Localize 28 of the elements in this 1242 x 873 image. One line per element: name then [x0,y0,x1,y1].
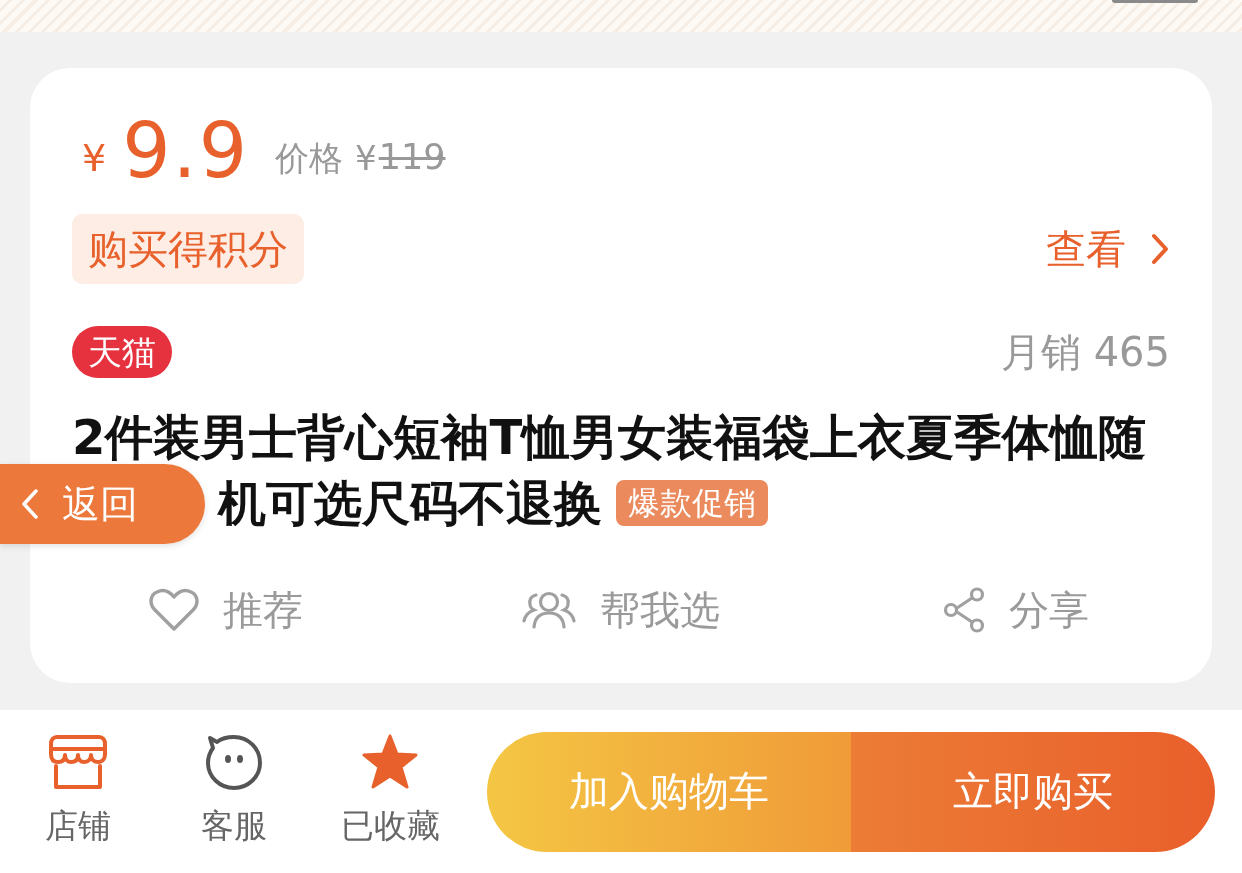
action-button[interactable]: 推荐 [28,582,424,638]
share-icon [943,587,986,633]
original-price-label: 价格 [275,141,344,175]
back-button[interactable]: 返回 [0,464,205,544]
product-title: 机可选尺码不退换 [218,478,602,528]
product-title: 2件装男士背心短袖T恤男女装福袋上衣夏季体恤随 [72,412,1147,462]
view-link[interactable]: 查看 [1046,221,1170,277]
points-tag: 购买得积分 [72,214,304,284]
buy-now-button[interactable]: 立即购买 [851,731,1215,852]
monthly-sales: 月销 465 [1000,327,1170,377]
chevron-left-icon [20,488,40,520]
tool-button[interactable]: 客服 [174,734,294,849]
currency-symbol: ¥ [355,141,377,175]
price: 9.9 [122,113,250,189]
currency-symbol: ¥ [82,139,107,177]
action-button[interactable]: 分享 [818,582,1214,638]
heart-icon [148,588,199,632]
people-icon [522,591,576,629]
original-price: 119 [378,140,446,175]
smiley-chat-icon [205,734,263,790]
store-badge: 天猫 [72,326,172,378]
action-button[interactable]: 帮我选 [423,582,819,638]
favorite-button[interactable]: 已收藏 [330,734,450,849]
promo-tag: 爆款促销 [616,480,768,526]
chevron-right-icon [1150,233,1170,265]
shop-icon [49,734,107,790]
tool-button[interactable]: 店铺 [18,734,138,849]
add-to-cart-button[interactable]: 加入购物车 [487,731,851,852]
